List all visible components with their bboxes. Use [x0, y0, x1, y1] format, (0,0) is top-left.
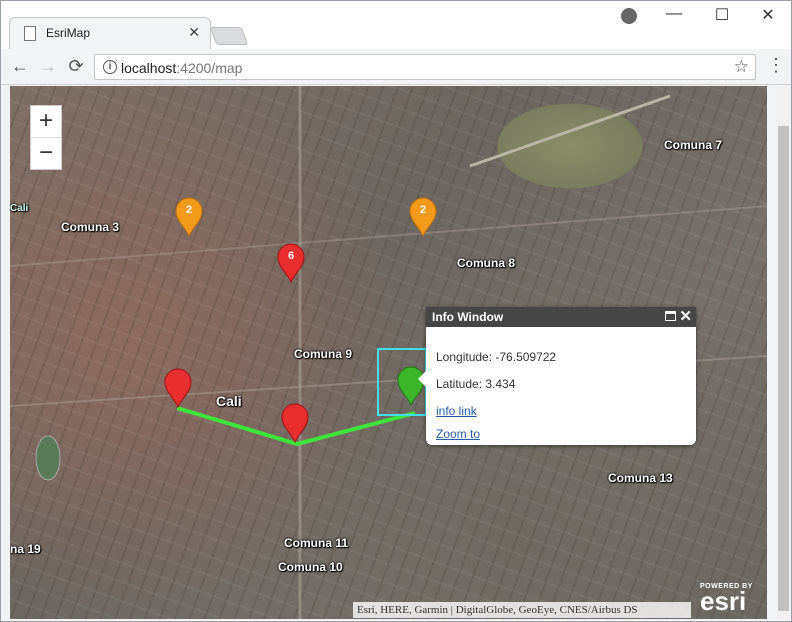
map-label-comuna-11: Comuna 11 [284, 536, 349, 550]
tab-close-icon[interactable]: ✕ [188, 24, 200, 41]
popup-pointer [418, 371, 426, 387]
tab-esrimap[interactable]: EsriMap ✕ [9, 17, 211, 49]
profile-icon[interactable] [621, 8, 637, 24]
minimize-button[interactable]: — [659, 5, 689, 23]
popup-header: Info Window ✕ [426, 307, 696, 327]
map-label-comuna-19: na 19 [10, 542, 41, 556]
cluster-marker[interactable]: 2 [408, 197, 438, 238]
info-icon[interactable]: i [103, 60, 117, 74]
location-marker[interactable] [163, 368, 193, 409]
scrollbar-thumb[interactable] [778, 126, 789, 611]
info-link[interactable]: info link [436, 404, 477, 418]
tab-title: EsriMap [46, 26, 91, 40]
bookmark-star-icon[interactable]: ☆ [734, 57, 749, 77]
popup-title: Info Window [432, 310, 504, 324]
esri-logo[interactable]: POWERED BY esri [700, 583, 753, 617]
cluster-count: 6 [287, 250, 295, 262]
marker-pin-icon [164, 368, 192, 409]
map-label-cali: Cali [216, 393, 242, 409]
maximize-button[interactable]: ☐ [707, 5, 737, 25]
map-label-cali-small: Cali [10, 203, 29, 214]
marker-pin-icon [277, 243, 305, 284]
browser-window: EsriMap ✕ — ☐ ✕ ← → ⟳ i localhost:4200/m… [0, 0, 792, 622]
url-text: localhost:4200/map [121, 60, 242, 76]
map-label-comuna-7: Comuna 7 [664, 138, 723, 152]
forward-button[interactable]: → [37, 55, 59, 77]
map-label-comuna-8: Comuna 8 [457, 256, 516, 270]
popup-latitude: Latitude: 3.434 [436, 377, 516, 391]
address-bar[interactable]: i localhost:4200/map ☆ [94, 54, 756, 80]
back-button[interactable]: ← [9, 55, 31, 77]
close-button[interactable]: ✕ [753, 5, 783, 25]
cluster-marker[interactable]: 2 [174, 197, 204, 238]
esri-wordmark: esri [700, 586, 747, 616]
zoom-in-button[interactable]: + [31, 106, 61, 137]
info-popup: Info Window ✕ Longitude: -76.509722 Lati… [418, 307, 696, 445]
map-view[interactable]: + − Cali Comuna 3 Comuna 7 Comuna 8 Comu… [10, 86, 767, 619]
url-host: localhost [121, 60, 177, 76]
cluster-count: 2 [419, 204, 427, 216]
page-icon [24, 26, 36, 41]
marker-pin-icon [175, 197, 203, 238]
map-attribution: Esri, HERE, Garmin | DigitalGlobe, GeoEy… [353, 602, 691, 618]
zoom-control: + − [30, 105, 62, 170]
map-label-comuna-10: Comuna 10 [278, 560, 343, 574]
marker-pin-icon [409, 197, 437, 238]
zoom-out-button[interactable]: − [31, 137, 61, 168]
browser-toolbar: ← → ⟳ i localhost:4200/map ☆ ⋮ [1, 49, 791, 85]
map-label-comuna-9: Comuna 9 [294, 347, 353, 361]
close-icon[interactable]: ✕ [679, 307, 692, 325]
cluster-count: 2 [185, 204, 193, 216]
zoom-to-link[interactable]: Zoom to [436, 427, 480, 441]
location-marker[interactable] [280, 403, 310, 444]
map-label-comuna-13: Comuna 13 [608, 471, 673, 485]
url-path: :4200/map [176, 60, 243, 76]
reload-button[interactable]: ⟳ [65, 55, 87, 77]
map-label-comuna-3: Comuna 3 [61, 220, 120, 234]
popup-longitude: Longitude: -76.509722 [436, 350, 557, 364]
vertical-scrollbar[interactable] [776, 86, 791, 621]
title-bar: EsriMap ✕ — ☐ ✕ [1, 1, 791, 49]
browser-menu-icon[interactable]: ⋮ [767, 55, 785, 76]
marker-pin-icon [281, 403, 309, 444]
cluster-marker[interactable]: 6 [276, 243, 306, 284]
new-tab-button[interactable] [209, 27, 249, 45]
maximize-icon[interactable] [665, 311, 676, 321]
